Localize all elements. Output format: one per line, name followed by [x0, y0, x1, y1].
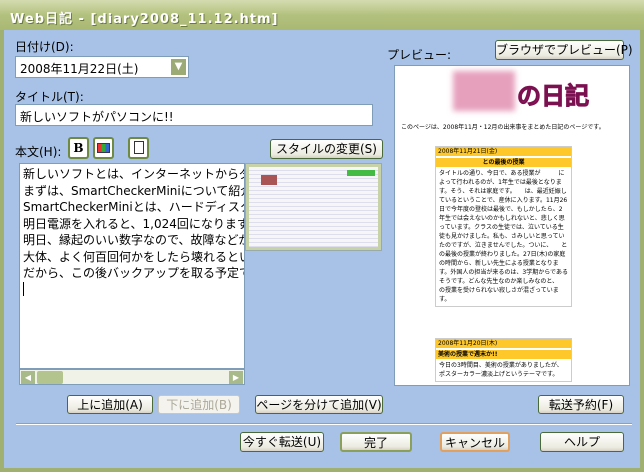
preview-intro: このページは、2008年11月・12月の出来事をまとめた日記のページです。 [401, 124, 605, 131]
image-thumbnail[interactable] [245, 163, 382, 251]
send-now-button[interactable]: 今すぐ転送(U) [240, 432, 324, 452]
title-bar[interactable]: Web日記 - [diary2008_11.12.htm] [0, 0, 644, 30]
page-icon [133, 141, 144, 154]
bold-button[interactable]: B [68, 137, 89, 159]
body-line: SmartCheckerMiniとは、ハードディスクの状態 [23, 200, 244, 214]
body-textarea[interactable]: 新しいソフトとは、インターネットからダウンロ まずは、SmartCheckerM… [19, 163, 245, 369]
date-label: 日付け(D): [15, 40, 74, 54]
screenshot-thumbnail [249, 167, 378, 247]
body-line: 明日、縁起のいい数字なので、故障などが起 [23, 233, 245, 247]
browser-preview-button[interactable]: ブラウザでプレビュー(P) [495, 40, 633, 60]
schedule-transfer-button[interactable]: 転送予約(F) [538, 395, 624, 414]
insert-image-button[interactable] [93, 137, 114, 159]
entry-date: 2008年11月20日(木) [436, 339, 571, 348]
new-page-button[interactable] [128, 137, 149, 159]
scroll-right-icon[interactable]: ▶ [229, 371, 243, 384]
chevron-down-icon[interactable]: ▼ [170, 58, 187, 76]
title-label: タイトル(T): [15, 90, 84, 104]
body-line: だから、この後バックアップを取る予定です。 [23, 266, 244, 280]
thumb-badge [261, 175, 277, 185]
preview-heading: の日記 [517, 82, 590, 111]
body-line: 明日電源を入れると、1,024回になります。1,0 [23, 216, 245, 231]
scroll-thumb[interactable] [37, 371, 63, 384]
dialog-window: Web日記 - [diary2008_11.12.htm] 日付け(D): 20… [0, 0, 644, 472]
text-cursor [23, 281, 24, 296]
preview-label: プレビュー: [387, 48, 452, 62]
body-line: 新しいソフトとは、インターネットからダウンロ [23, 167, 244, 181]
scroll-left-icon[interactable]: ◀ [21, 371, 35, 384]
separator [16, 423, 632, 425]
body-line: まずは、SmartCheckerMiniについて紹介しま [23, 183, 244, 198]
entry-text: 今日の3時間目、美術の授業がありましたが、ポスターカラー濃淡上げというテーマです… [436, 359, 571, 381]
add-page-button[interactable]: ページを分けて追加(V) [255, 395, 383, 414]
blurred-name [453, 71, 515, 111]
preview-entry: 2008年11月21日(金) との最後の授業 タイトルの通り、今日で、ある授業が… [435, 146, 572, 307]
title-input[interactable]: 新しいソフトがパソコンに!! [15, 104, 373, 126]
entry-date: 2008年11月21日(金) [436, 147, 571, 156]
cancel-button[interactable]: キャンセル [440, 432, 510, 452]
help-button[interactable]: ヘルプ [540, 432, 624, 452]
preview-pane[interactable]: の日記 このページは、2008年11月・12月の出来事をまとめた日記のページです… [394, 65, 630, 386]
body-line: 大体、よく何百回何かをしたら壊れるというも [23, 249, 244, 264]
entry-title: との最後の授業 [436, 158, 571, 167]
horizontal-scrollbar[interactable]: ◀ ▶ [19, 369, 245, 385]
body-label: 本文(H): [15, 145, 62, 159]
done-button[interactable]: 完了 [340, 432, 412, 452]
thumb-status [347, 170, 375, 176]
preview-entry: 2008年11月20日(木) 美術の授業で週末か!! 今日の3時間目、美術の授業… [435, 338, 572, 382]
add-below-button[interactable]: 下に追加(B) [158, 395, 240, 414]
date-value: 2008年11月22日(土) [20, 62, 139, 76]
image-icon [97, 143, 110, 153]
add-above-button[interactable]: 上に追加(A) [67, 395, 153, 414]
entry-title: 美術の授業で週末か!! [436, 350, 571, 359]
entry-text: タイトルの通り、今日で、ある授業が によって行われるのが、1年生では最後となりま… [436, 167, 571, 306]
style-change-button[interactable]: スタイルの変更(S) [270, 139, 383, 159]
date-combo[interactable]: 2008年11月22日(土) ▼ [15, 56, 189, 78]
